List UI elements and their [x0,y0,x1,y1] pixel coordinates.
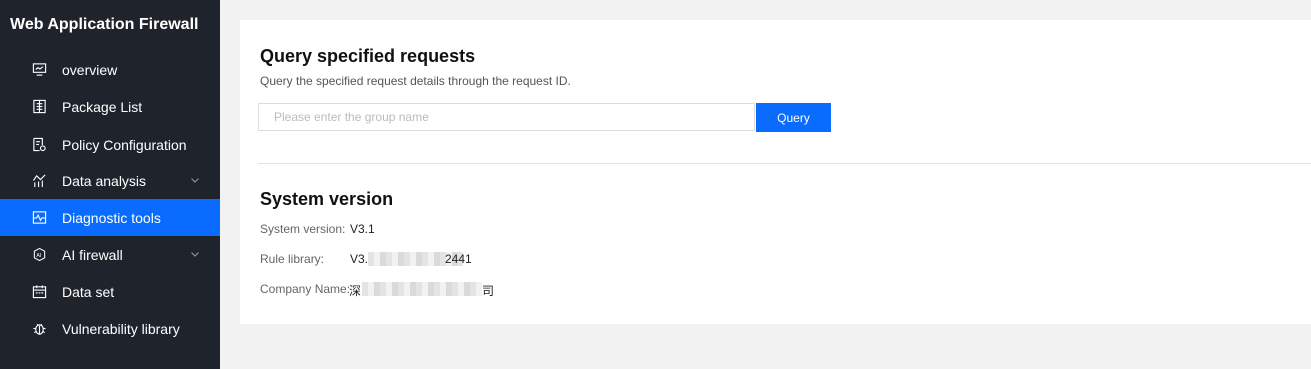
sidebar-item-ai-firewall[interactable]: AI AI firewall [0,236,220,273]
chevron-down-icon[interactable] [190,175,200,185]
sidebar-item-vulnerability-library[interactable]: Vulnerability library [0,310,220,347]
sidebar-item-label: Data analysis [62,172,147,189]
svg-text:AI: AI [36,253,42,259]
sidebar-item-package-list[interactable]: Package List [0,88,220,125]
request-search-input[interactable] [258,103,755,131]
query-section-title: Query specified requests [260,46,476,66]
query-button[interactable]: Query [756,103,831,132]
company-name-suffix: 司 [482,284,495,298]
rule-library-label: Rule library: [260,252,325,266]
sidebar-item-data-set[interactable]: Data set [0,273,220,310]
bug-icon [31,321,47,337]
query-description: Query the specified request details thro… [260,74,571,88]
sidebar-item-label: Policy Configuration [62,136,187,153]
company-name-prefix: 深 [349,284,362,298]
redacted-block [362,282,482,296]
system-version-row: System version: V3.1 [260,222,375,236]
app-title: Web Application Firewall [10,16,199,33]
rule-library-row: Rule library: V3. 2441 [260,252,472,266]
sidebar-item-label: overview [62,61,118,78]
chevron-down-icon[interactable] [190,249,200,259]
policy-config-icon [31,137,47,153]
content-card: Query specified requests Query the speci… [240,20,1311,324]
rule-library-suffix: 2441 [445,252,472,266]
chart-icon [31,173,47,189]
calendar-icon [31,284,47,300]
sidebar-item-label: Package List [62,98,143,115]
company-name-row: Company Name: 深 司 [260,282,494,298]
rule-library-value: V3. [350,252,369,266]
sidebar-item-policy-configuration[interactable]: Policy Configuration [0,126,220,163]
sidebar-item-diagnostic-tools[interactable]: Diagnostic tools [0,199,220,236]
sidebar-item-label: AI firewall [62,246,123,263]
section-divider [258,163,1311,164]
system-version-label: System version: [260,222,346,236]
sidebar-item-data-analysis[interactable]: Data analysis [0,162,220,199]
system-version-value: V3.1 [350,222,375,236]
sidebar-item-label: Diagnostic tools [62,209,161,226]
package-list-icon [31,99,47,115]
sidebar-item-label: Data set [62,283,115,300]
diagnostic-icon [31,210,47,226]
sidebar: Web Application Firewall overview Packag… [0,0,220,369]
sidebar-item-overview[interactable]: overview [0,51,220,88]
sidebar-item-label: Vulnerability library [62,320,180,337]
monitor-icon [31,62,47,78]
version-section-title: System version [260,189,394,209]
company-name-label: Company Name: [260,282,351,296]
ai-icon: AI [31,247,47,263]
